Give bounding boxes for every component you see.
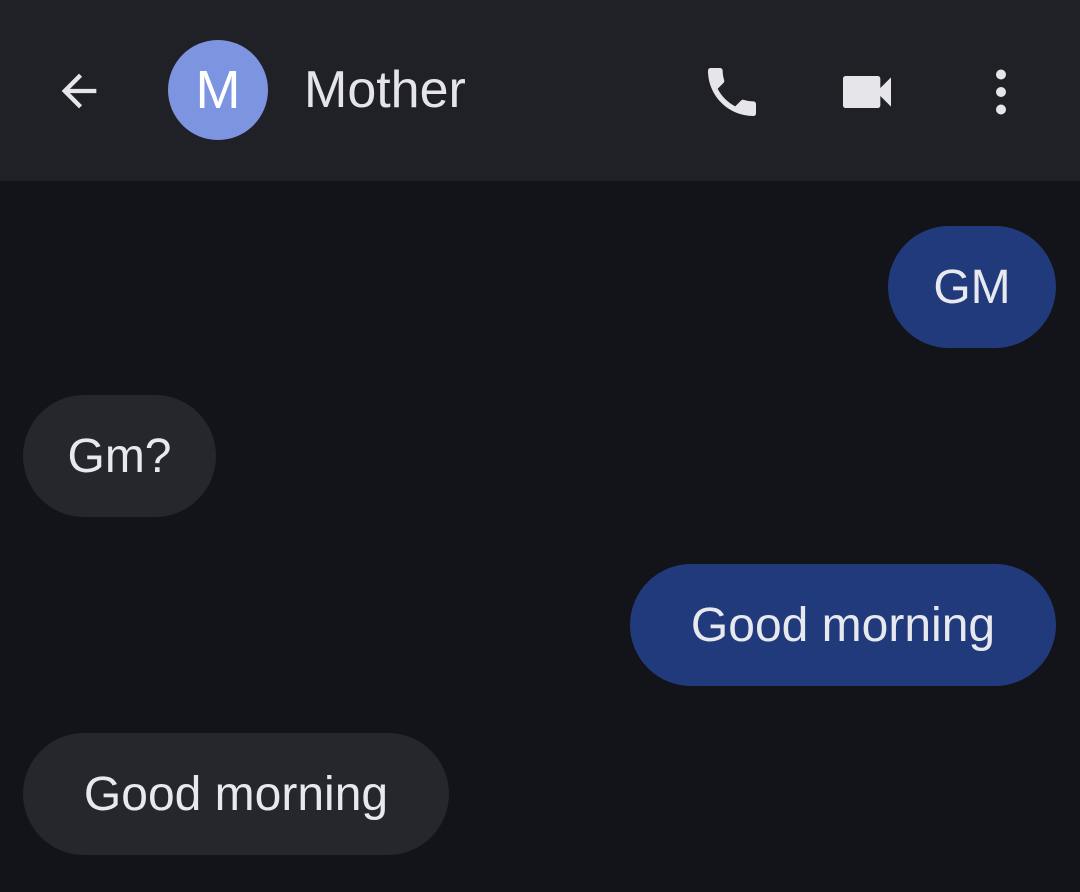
incoming-message-bubble[interactable]: Gm? xyxy=(23,395,216,517)
contact-name[interactable]: Mother xyxy=(304,58,466,122)
more-vertical-icon xyxy=(996,69,1006,115)
conversation-header: M Mother xyxy=(0,0,1080,181)
video-camera-icon xyxy=(843,76,891,108)
arrow-back-icon xyxy=(61,73,97,109)
avatar-initial: M xyxy=(195,60,241,120)
incoming-message-bubble[interactable]: Good morning xyxy=(23,733,449,855)
outgoing-message-bubble[interactable]: Good morning xyxy=(630,564,1056,686)
message-thread[interactable]: GM Gm? Good morning Good morning xyxy=(0,181,1080,892)
message-text: GM xyxy=(933,260,1011,314)
avatar[interactable]: M xyxy=(168,40,268,140)
conversation-screen: M Mother GM Gm? Good morning Good mornin… xyxy=(0,0,1080,892)
call-button[interactable] xyxy=(696,56,768,128)
message-text: Good morning xyxy=(690,598,996,652)
back-button[interactable] xyxy=(44,56,114,126)
message-text: Gm? xyxy=(67,429,172,483)
message-text: Good morning xyxy=(83,767,389,821)
phone-icon xyxy=(708,68,756,116)
video-call-button[interactable] xyxy=(830,56,904,128)
more-options-button[interactable] xyxy=(968,56,1034,128)
outgoing-message-bubble[interactable]: GM xyxy=(888,226,1056,348)
